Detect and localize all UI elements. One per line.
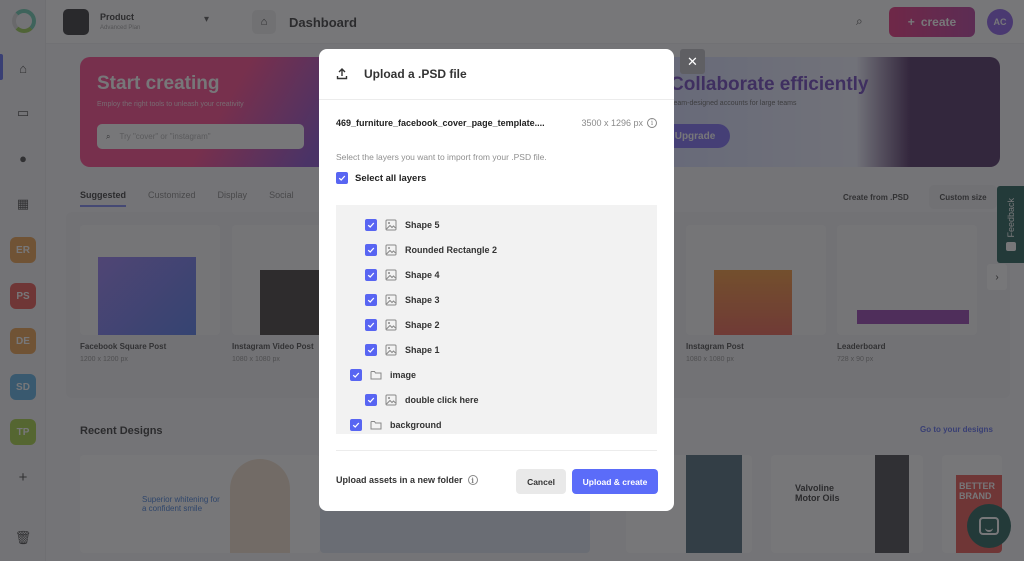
layer-checkbox[interactable] [365, 243, 377, 256]
layer-checkbox[interactable] [365, 393, 377, 406]
layer-row[interactable]: Shape 5 [336, 212, 657, 237]
select-all-label: Select all layers [355, 172, 427, 184]
close-button[interactable]: ✕ [680, 49, 705, 74]
image-icon [385, 344, 397, 356]
dialog-header: Upload a .PSD file [319, 49, 674, 100]
layer-checkbox[interactable] [350, 368, 362, 381]
layer-name: Shape 2 [405, 319, 440, 330]
upload-and-create-button[interactable]: Upload & create [572, 469, 658, 494]
image-icon [385, 294, 397, 306]
upload-icon [336, 68, 348, 80]
new-folder-option: Upload assets in a new folder i [336, 475, 478, 485]
layer-name: double click here [405, 394, 479, 405]
select-all-layers[interactable]: Select all layers [336, 172, 426, 184]
layer-name: Shape 1 [405, 344, 440, 355]
image-icon [385, 394, 397, 406]
file-dimensions: 3500 x 1296 px i [581, 118, 657, 128]
cancel-button[interactable]: Cancel [516, 469, 566, 494]
layer-name: image [390, 369, 417, 380]
image-icon [385, 219, 397, 231]
layer-row[interactable]: Shape 4 [336, 262, 657, 287]
folder-icon [370, 419, 382, 431]
select-all-checkbox[interactable] [336, 172, 348, 184]
dialog-title: Upload a .PSD file [364, 67, 467, 81]
layer-row[interactable]: background [336, 412, 657, 437]
instructions-text: Select the layers you want to import fro… [336, 152, 547, 162]
layer-row[interactable]: image [336, 362, 657, 387]
layer-checkbox[interactable] [350, 418, 362, 431]
layer-name: Shape 4 [405, 269, 440, 280]
layer-name: background [390, 419, 442, 430]
layer-name: Rounded Rectangle 2 [405, 244, 498, 255]
info-icon[interactable]: i [467, 475, 478, 485]
file-info-row: 469_furniture_facebook_cover_page_templa… [336, 118, 657, 128]
close-icon: ✕ [687, 53, 698, 69]
layers-list[interactable]: Shape 5 Rounded Rectangle 2 Shape 4 Shape 3… [336, 205, 657, 434]
layer-checkbox[interactable] [365, 218, 377, 231]
layer-checkbox[interactable] [365, 343, 377, 356]
folder-icon [370, 369, 382, 381]
file-name: 469_furniture_facebook_cover_page_templa… [336, 118, 545, 128]
layer-row[interactable]: double click here [336, 387, 657, 412]
layer-name: Shape 5 [405, 219, 440, 230]
image-icon [385, 269, 397, 281]
image-icon [385, 319, 397, 331]
footer-divider [336, 450, 657, 451]
upload-psd-dialog: Upload a .PSD file 469_furniture_faceboo… [319, 49, 674, 511]
image-icon [385, 244, 397, 256]
new-folder-label: Upload assets in a new folder [336, 475, 463, 485]
layer-row[interactable]: Shape 1 [336, 337, 657, 362]
layer-checkbox[interactable] [365, 293, 377, 306]
layer-row[interactable]: Rounded Rectangle 2 [336, 237, 657, 262]
layer-row[interactable]: Shape 3 [336, 287, 657, 312]
file-dimensions-text: 3500 x 1296 px [581, 118, 643, 128]
info-icon[interactable]: i [647, 118, 657, 128]
layer-checkbox[interactable] [365, 318, 377, 331]
layer-checkbox[interactable] [365, 268, 377, 281]
layer-row[interactable]: Shape 2 [336, 312, 657, 337]
layer-name: Shape 3 [405, 294, 440, 305]
